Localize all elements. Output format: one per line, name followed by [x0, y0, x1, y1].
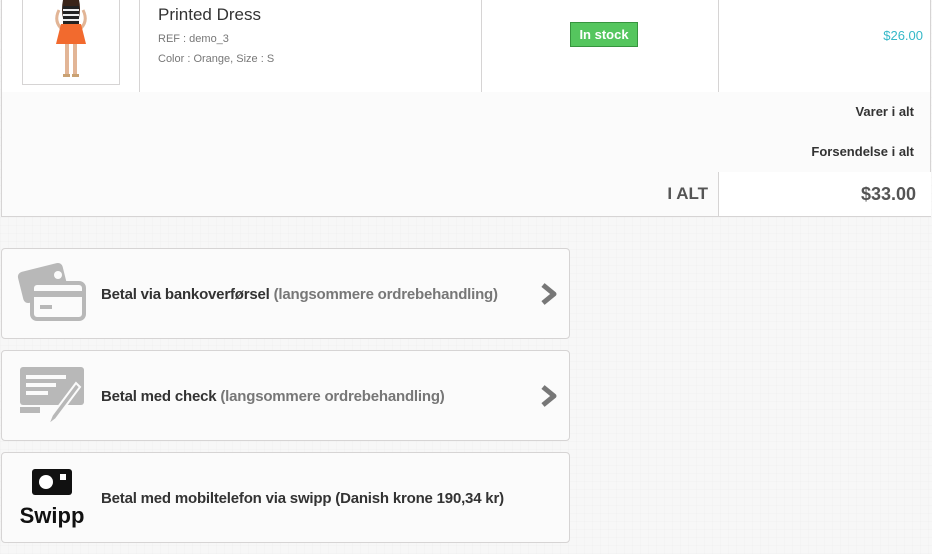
products-total-row: Varer i alt	[2, 92, 930, 133]
unit-price-cell: $26.00	[718, 0, 931, 92]
product-image-cell	[2, 0, 140, 92]
grand-total-row: I ALT $33.00	[2, 172, 931, 216]
chevron-right-icon	[541, 283, 557, 305]
payment-method-name: Betal med check	[101, 388, 217, 405]
chevron-right-icon	[541, 385, 557, 407]
table-row: Printed Dress REF : demo_3 Color : Orang…	[2, 0, 931, 93]
grand-total-label: I ALT	[667, 184, 708, 203]
products-total-label: Varer i alt	[855, 104, 914, 119]
dress-model-image	[55, 0, 87, 77]
cart-summary-table: Printed Dress REF : demo_3 Color : Orang…	[1, 0, 931, 217]
unit-price: $26.00	[883, 28, 923, 43]
in-stock-badge: In stock	[570, 22, 638, 47]
pay-cheque-button[interactable]: Betal med check (langsommere ordrebehand…	[1, 350, 570, 441]
payment-method-note: (langsommere ordrebehandling)	[273, 286, 498, 303]
product-description-cell: Printed Dress REF : demo_3 Color : Orang…	[139, 0, 482, 92]
shipping-total-label: Forsendelse i alt	[811, 144, 914, 159]
pay-swipp-button[interactable]: Swipp Betal med mobiltelefon via swipp (…	[1, 452, 570, 543]
product-name-link[interactable]: Printed Dress	[158, 5, 261, 25]
grand-total-value: $33.00	[860, 184, 916, 204]
pay-bankwire-button[interactable]: Betal via bankoverførsel (langsommere or…	[1, 248, 570, 339]
product-thumbnail[interactable]	[22, 0, 120, 85]
pay-swipp-label: Betal med mobiltelefon via swipp (Danish…	[101, 490, 504, 507]
svg-text:Swipp: Swipp	[20, 503, 85, 528]
pay-cheque-label: Betal med check (langsommere ordrebehand…	[101, 388, 445, 405]
payment-method-note: (langsommere ordrebehandling)	[220, 388, 445, 405]
product-reference: REF : demo_3	[158, 33, 229, 45]
availability-cell: In stock	[481, 0, 719, 92]
shipping-total-row: Forsendelse i alt	[2, 132, 930, 173]
product-attributes: Color : Orange, Size : S	[158, 53, 275, 65]
payment-method-name: Betal med mobiltelefon via swipp (Danish…	[101, 490, 504, 507]
pay-bankwire-label: Betal via bankoverførsel (langsommere or…	[101, 286, 498, 303]
grand-total-cell: $33.00	[718, 172, 931, 216]
payment-method-name: Betal via bankoverførsel	[101, 286, 270, 303]
check-pen-icon	[20, 367, 84, 427]
bank-card-icon	[17, 262, 86, 321]
swipp-logo: Swipp	[20, 469, 85, 528]
